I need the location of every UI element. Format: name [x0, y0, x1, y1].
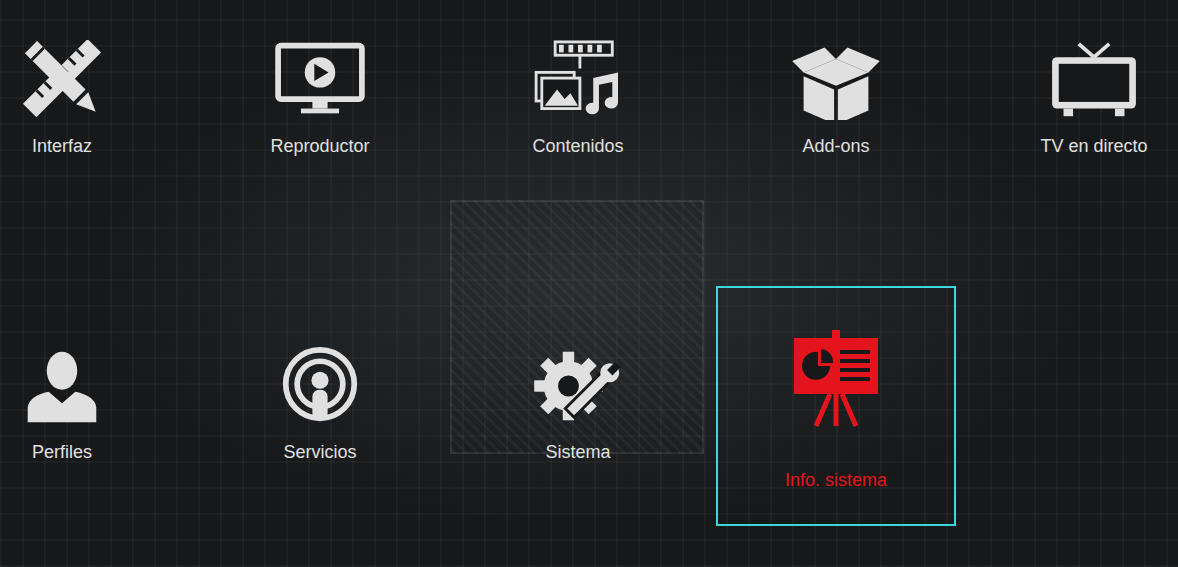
- menu-item[interactable]: Sistema: [458, 286, 698, 526]
- menu-item-label: Info. sistema: [781, 468, 891, 494]
- tv-icon: [1044, 40, 1144, 120]
- presentation-icon: [781, 328, 891, 428]
- menu-item[interactable]: Info. sistema: [716, 286, 956, 526]
- menu-item-label: Interfaz: [28, 134, 96, 160]
- pencil-ruler-icon: [12, 40, 112, 120]
- menu-item[interactable]: Reproductor: [200, 0, 440, 220]
- monitor-play-icon: [270, 40, 370, 120]
- menu-item[interactable]: Interfaz: [0, 0, 182, 220]
- menu-item-label: Contenidos: [528, 134, 627, 160]
- person-icon: [12, 346, 112, 426]
- media-icon: [528, 40, 628, 120]
- menu-item[interactable]: TV en directo: [974, 0, 1178, 220]
- box-icon: [786, 40, 886, 120]
- gear-wrench-icon: [528, 346, 628, 426]
- menu-item-label: Servicios: [279, 440, 360, 466]
- menu-item[interactable]: Perfiles: [0, 286, 182, 526]
- menu-item[interactable]: Servicios: [200, 286, 440, 526]
- menu-item-label: Reproductor: [266, 134, 373, 160]
- settings-grid: Interfaz Reproductor Contenidos Add-ons TV e…: [0, 0, 1178, 526]
- menu-item[interactable]: Contenidos: [458, 0, 698, 220]
- menu-item-label: Sistema: [541, 440, 614, 466]
- menu-item-label: Perfiles: [28, 440, 96, 466]
- menu-item[interactable]: Add-ons: [716, 0, 956, 220]
- menu-item-label: Add-ons: [798, 134, 873, 160]
- broadcast-icon: [270, 346, 370, 426]
- menu-item-label: TV en directo: [1036, 134, 1151, 160]
